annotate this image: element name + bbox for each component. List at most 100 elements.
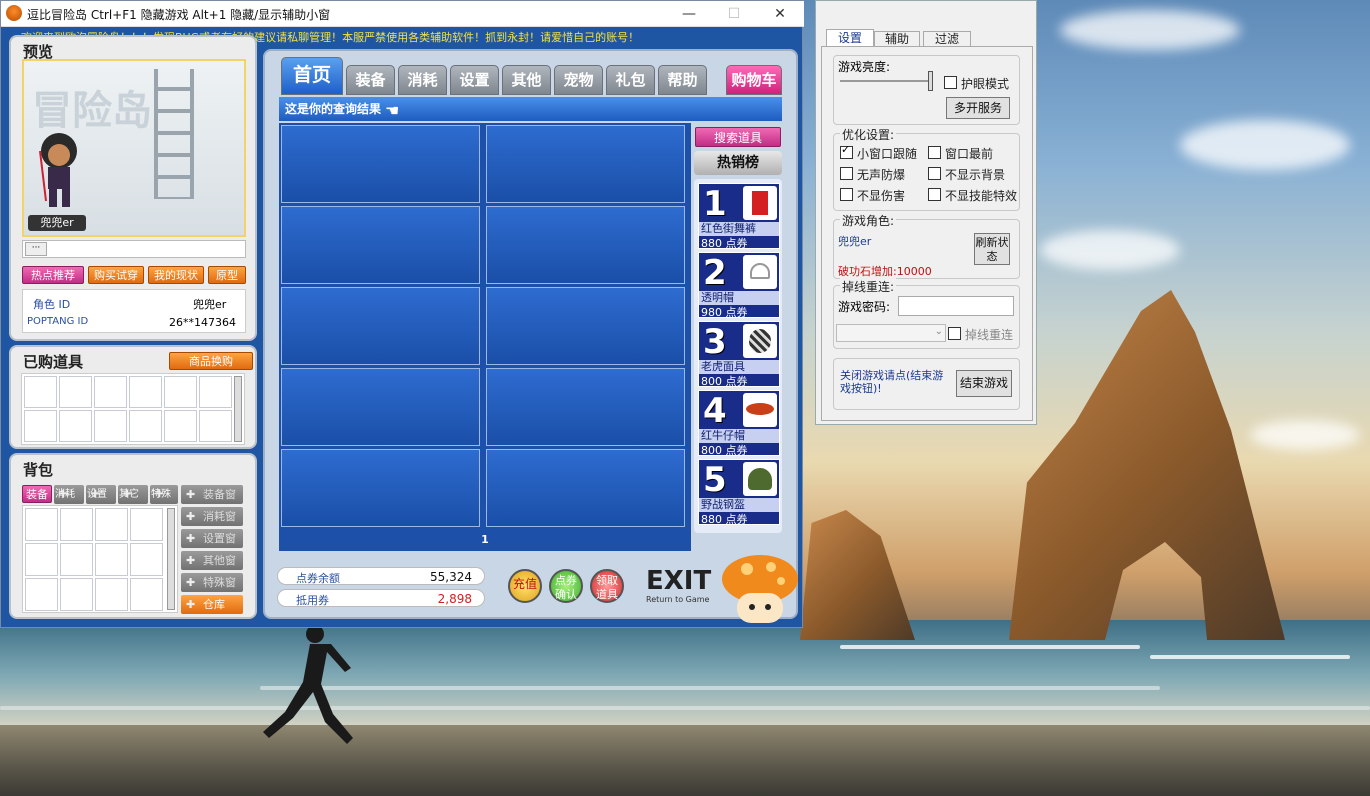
window-topmost-checkbox[interactable]: 窗口最前 — [928, 145, 993, 162]
brightness-slider-track[interactable] — [840, 80, 932, 82]
exit-button[interactable]: EXIT Return to Game — [646, 567, 726, 611]
recharge-button[interactable]: 充值 — [508, 569, 542, 603]
hot-item[interactable]: 1 红色街舞裤 880 点券 — [698, 183, 780, 250]
bag-scrollbar[interactable] — [167, 508, 175, 610]
close-button[interactable]: ✕ — [765, 4, 795, 24]
item-slot[interactable] — [129, 410, 162, 442]
tab-equip[interactable]: 装备 — [346, 65, 395, 95]
warehouse-button[interactable]: 仓库 — [181, 595, 243, 614]
bag-slot[interactable] — [95, 543, 128, 576]
bag-slot[interactable] — [60, 508, 93, 541]
tab-setup[interactable]: 设置 — [450, 65, 499, 95]
bag-slot[interactable] — [95, 508, 128, 541]
bag-tab-setup[interactable]: 设置 — [86, 485, 116, 504]
item-slot[interactable] — [94, 376, 127, 408]
product-slot[interactable] — [281, 125, 480, 203]
bag-slot[interactable] — [60, 578, 93, 611]
game-window: 逗比冒险岛 Ctrl+F1 隐藏游戏 Alt+1 隐藏/显示辅助小窗 — ☐ ✕… — [0, 0, 804, 628]
page-number[interactable]: 1 — [279, 533, 691, 546]
item-slot[interactable] — [59, 410, 92, 442]
follow-window-checkbox[interactable]: 小窗口跟随 — [840, 143, 917, 162]
reconnect-group: 掉线重连: 游戏密码: ⌄ 掉线重连 — [833, 278, 1020, 349]
maximize-button[interactable]: ☐ — [719, 4, 749, 24]
hide-damage-checkbox[interactable]: 不显伤害 — [840, 187, 905, 204]
bag-slot[interactable] — [95, 578, 128, 611]
search-item-button[interactable]: 搜索道具 — [695, 127, 781, 147]
tab-pet[interactable]: 宠物 — [554, 65, 603, 95]
consume-window-button[interactable]: 消耗窗 — [181, 507, 243, 526]
other-window-button[interactable]: 其他窗 — [181, 551, 243, 570]
hot-item-name: 野战钢盔 — [699, 498, 779, 512]
prototype-button[interactable]: 原型 — [208, 266, 246, 284]
purchased-scrollbar[interactable] — [234, 376, 242, 442]
item-slot[interactable] — [59, 376, 92, 408]
item-slot[interactable] — [164, 376, 197, 408]
hide-background-checkbox[interactable]: 不显示背景 — [928, 166, 1005, 183]
bag-tab-consume[interactable]: 消耗 — [54, 485, 84, 504]
confirm-points-button[interactable]: 点券确认 — [549, 569, 583, 603]
product-slot[interactable] — [486, 206, 685, 284]
item-slot[interactable] — [164, 410, 197, 442]
item-slot[interactable] — [199, 410, 232, 442]
tab-home[interactable]: 首页 — [281, 57, 343, 95]
hide-skill-effects-checkbox[interactable]: 不显技能特效 — [928, 187, 1017, 204]
password-input[interactable] — [898, 296, 1014, 316]
multi-open-button[interactable]: 多开服务 — [946, 97, 1010, 119]
tab-help[interactable]: 帮助 — [658, 65, 707, 95]
hot-item[interactable]: 3 老虎面具 800 点券 — [698, 321, 780, 388]
item-slot[interactable] — [94, 410, 127, 442]
helper-tab-assist[interactable]: 辅助 — [874, 31, 920, 47]
bag-tab-other[interactable]: 其它 — [118, 485, 148, 504]
tab-consume[interactable]: 消耗 — [398, 65, 447, 95]
hot-item[interactable]: 4 红牛仔帽 800 点券 — [698, 390, 780, 457]
shopping-cart-button[interactable]: 购物车 — [726, 65, 782, 95]
refresh-status-button[interactable]: 刷新状态 — [974, 233, 1010, 265]
hot-item[interactable]: 2 透明帽 980 点券 — [698, 252, 780, 319]
item-slot[interactable] — [129, 376, 162, 408]
bag-slot[interactable] — [130, 508, 163, 541]
silent-checkbox[interactable]: 无声防爆 — [840, 166, 905, 183]
equip-window-button[interactable]: 装备窗 — [181, 485, 243, 504]
bag-slot[interactable] — [130, 578, 163, 611]
bag-tab-equip[interactable]: 装备 — [22, 485, 52, 503]
helper-tab-settings[interactable]: 设置 — [826, 29, 874, 47]
break-stone-text: 破功石增加:10000 — [838, 265, 932, 278]
item-slot[interactable] — [24, 410, 57, 442]
auto-reconnect-checkbox[interactable]: 掉线重连 — [948, 326, 1013, 343]
product-slot[interactable] — [486, 449, 685, 527]
tab-other[interactable]: 其他 — [502, 65, 551, 95]
product-slot[interactable] — [281, 368, 480, 446]
product-slot[interactable] — [281, 287, 480, 365]
product-slot[interactable] — [281, 206, 480, 284]
brightness-slider-thumb[interactable] — [928, 71, 933, 91]
poptang-id-value: 26**147364 — [169, 316, 236, 329]
hot-recommend-button[interactable]: 热点推荐 — [22, 266, 84, 284]
product-slot[interactable] — [281, 449, 480, 527]
minimize-button[interactable]: — — [674, 4, 704, 24]
bag-slot[interactable] — [60, 543, 93, 576]
bag-slot[interactable] — [130, 543, 163, 576]
hot-item[interactable]: 5 野战钢盔 880 点券 — [698, 459, 780, 526]
product-slot[interactable] — [486, 368, 685, 446]
try-on-button[interactable]: 购买试穿 — [88, 266, 144, 284]
setup-window-button[interactable]: 设置窗 — [181, 529, 243, 548]
item-slot[interactable] — [24, 376, 57, 408]
my-status-button[interactable]: 我的现状 — [148, 266, 204, 284]
special-window-button[interactable]: 特殊窗 — [181, 573, 243, 592]
product-slot[interactable] — [486, 287, 685, 365]
chat-input[interactable]: ··· — [22, 240, 246, 258]
product-slot[interactable] — [486, 125, 685, 203]
exchange-button[interactable]: 商品换购 — [169, 352, 253, 370]
bag-slot[interactable] — [25, 543, 58, 576]
game-title-bar[interactable]: 逗比冒险岛 Ctrl+F1 隐藏游戏 Alt+1 隐藏/显示辅助小窗 — ☐ ✕ — [1, 1, 804, 27]
tab-package[interactable]: 礼包 — [606, 65, 655, 95]
receive-item-button[interactable]: 领取道具 — [590, 569, 624, 603]
bag-slot[interactable] — [25, 578, 58, 611]
end-game-button[interactable]: 结束游戏 — [956, 370, 1012, 397]
item-slot[interactable] — [199, 376, 232, 408]
bag-slot[interactable] — [25, 508, 58, 541]
eye-mode-checkbox[interactable]: 护眼模式 — [944, 75, 1009, 92]
account-dropdown[interactable]: ⌄ — [836, 324, 946, 342]
helper-tab-filter[interactable]: 过滤 — [923, 31, 971, 47]
bag-tab-special[interactable]: 特殊 — [150, 485, 178, 504]
